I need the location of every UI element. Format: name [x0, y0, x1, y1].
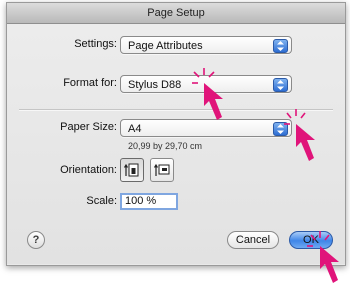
- settings-label: Settings:: [74, 38, 117, 50]
- format-for-label: Format for:: [63, 77, 117, 89]
- orientation-label: Orientation:: [60, 164, 117, 176]
- help-button[interactable]: ?: [27, 231, 45, 249]
- portrait-orientation-button[interactable]: [120, 158, 144, 182]
- scale-label: Scale:: [86, 195, 117, 207]
- dialog-title: Page Setup: [7, 3, 345, 24]
- paper-dimensions: 20,99 by 29,70 cm: [128, 141, 203, 151]
- paper-size-value: A4: [128, 123, 142, 135]
- landscape-orientation-button[interactable]: [150, 158, 174, 182]
- cancel-button[interactable]: Cancel: [227, 231, 279, 249]
- magenta-arrow-cursor-icon: [284, 109, 315, 161]
- popup-arrows-icon: [273, 39, 288, 53]
- settings-value: Page Attributes: [128, 40, 203, 52]
- magenta-arrow-cursor-icon: [192, 68, 223, 120]
- scale-input[interactable]: 100 %: [120, 193, 178, 210]
- portrait-icon: [124, 163, 139, 177]
- format-for-value: Stylus D88: [128, 79, 182, 91]
- popup-arrows-icon: [273, 78, 288, 92]
- landscape-icon: [154, 163, 170, 176]
- settings-popup[interactable]: Page Attributes: [120, 36, 292, 54]
- magenta-arrow-cursor-icon: [307, 231, 339, 283]
- paper-size-label: Paper Size:: [60, 121, 117, 133]
